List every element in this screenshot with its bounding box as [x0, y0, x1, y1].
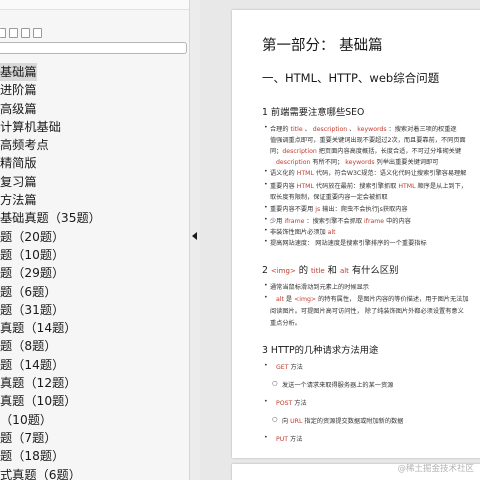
- q2-bullet-2: alt 是 <img> 的特有属性， 是图片内容的等价描述，用于图片无法加: [276, 296, 469, 303]
- bullet-dot: •: [264, 124, 268, 131]
- bullet-dot: •: [264, 434, 268, 441]
- outline-item[interactable]: 高级篇: [0, 100, 189, 118]
- check-icon[interactable]: [21, 28, 30, 38]
- outline-item[interactable]: 高频考点: [0, 136, 189, 154]
- outline-item[interactable]: 计算机基础: [0, 118, 189, 136]
- outline-item[interactable]: 基础真题（35题）: [0, 209, 189, 227]
- outline-item[interactable]: 题（14题）: [0, 356, 189, 374]
- outline-item[interactable]: 真题（10题）: [0, 392, 189, 410]
- outline-item[interactable]: 题（8题）: [0, 337, 189, 355]
- q1-bullet-1-line-3: 同；description 把页面内容高度概括，长度合适，不可过分堆砌关键: [270, 148, 462, 155]
- question-1-heading: 1 前端需要注意哪些SEO: [262, 107, 365, 118]
- bullet-dot: •: [264, 227, 268, 234]
- edit-icon[interactable]: [33, 28, 42, 38]
- q1-bullet-3-line-2: 取长度有限制，保证重要内容一定会被抓取: [270, 194, 388, 201]
- get-method: GET 方法: [276, 364, 303, 371]
- sidebar-top-strip: [0, 0, 189, 10]
- outline-item[interactable]: 进阶篇: [0, 81, 189, 99]
- bullet-dot: •: [264, 362, 268, 369]
- q1-bullet-1-line-2: 值强调重点即可，重要关键词出现不要超过2次，而且要靠前，不同页面: [270, 137, 466, 144]
- get-desc: 发送一个请求来取得服务器上的某一资源: [282, 382, 394, 389]
- bullet-dot: •: [264, 168, 268, 175]
- outline-item[interactable]: 题（29题）: [0, 264, 189, 282]
- outline-sidebar: 基础篇 进阶篇 高级篇 计算机基础 高频考点 精简版 复习篇 方法篇 基础真题（…: [0, 0, 190, 480]
- outline-search-input[interactable]: [0, 42, 187, 54]
- outline-icon[interactable]: [0, 28, 6, 38]
- bullet-dot: •: [264, 238, 268, 245]
- question-2-heading: 2 <img> 的 title 和 alt 有什么区别: [262, 265, 399, 276]
- q2-bullet-2-line-2: 阅读图片。可提图片高可访问性， 除了纯装饰图片外都必须设置有意义: [270, 308, 464, 315]
- q1-bullet-1-line-4: description 有所不同； keywords 列举出重要关键词即可: [276, 159, 439, 166]
- app-window: 基础篇 进阶篇 高级篇 计算机基础 高频考点 精简版 复习篇 方法篇 基础真题（…: [0, 0, 480, 480]
- bullet-dot: •: [264, 282, 268, 289]
- bullet-dot: •: [264, 398, 268, 405]
- outline-item[interactable]: 题（6题）: [0, 283, 189, 301]
- bullet-dot: •: [264, 294, 268, 301]
- outline-item-basic[interactable]: 基础篇: [0, 63, 189, 82]
- document-page: 第一部分： 基础篇 一、HTML、HTTP、web综合问题 1 前端需要注意哪些…: [232, 10, 480, 458]
- outline-item[interactable]: 式真题（6题）: [0, 466, 189, 480]
- bullet-dot: •: [264, 216, 268, 223]
- circle-bullet: ○: [272, 416, 278, 423]
- q2-bullet-1: 通常当鼠标滑动到元素上的时候显示: [270, 284, 369, 291]
- q2-bullet-2-line-3: 重点分析。: [270, 320, 301, 327]
- put-method: PUT 方法: [276, 436, 303, 443]
- bullet-dot: •: [264, 204, 268, 211]
- q1-bullet-3: 重要内容 HTML 代码放在最前：搜索引擎抓取 HTML 顺序是从上到下，: [270, 183, 467, 190]
- outline-item[interactable]: 精简版: [0, 154, 189, 172]
- watermark: @稀土掘金技术社区: [397, 464, 474, 474]
- bullet-dot: •: [264, 181, 268, 188]
- q1-bullet-4: 重要内容不要用 js 输出：爬虫不会执行js获取内容: [270, 206, 408, 213]
- circle-bullet: ○: [272, 380, 278, 387]
- q1-bullet-5: 少用 iframe ：搜索引擎不会抓取 iframe 中的内容: [270, 218, 411, 225]
- q1-bullet-6: 非装饰性图片必须加 alt: [270, 229, 336, 236]
- q1-bullet-7: 提高网站速度： 网站速度是搜索引擎排序的一个重要指标: [270, 240, 427, 247]
- outline-item[interactable]: 方法篇: [0, 191, 189, 209]
- post-desc: 向 URL 指定的资源提交数据或附加新的数据: [282, 418, 404, 425]
- q1-bullet-1: 合理的 title 、 description 、 keywords ：搜索对着…: [270, 126, 457, 133]
- document-viewport[interactable]: 第一部分： 基础篇 一、HTML、HTTP、web综合问题 1 前端需要注意哪些…: [200, 0, 480, 480]
- collapse-sidebar-icon[interactable]: [192, 232, 197, 240]
- outline-item[interactable]: 题（7题）: [0, 429, 189, 447]
- sidebar-toolbar: [0, 26, 42, 40]
- post-method: POST 方法: [276, 400, 307, 407]
- part-title: 第一部分： 基础篇: [262, 38, 383, 54]
- outline-item[interactable]: 复习篇: [0, 173, 189, 191]
- outline-item[interactable]: 题（20题）: [0, 228, 189, 246]
- outline-item[interactable]: 真题（12题）: [0, 374, 189, 392]
- outline-item[interactable]: 真题（14题）: [0, 319, 189, 337]
- outline-item[interactable]: 题（31题）: [0, 301, 189, 319]
- outline-tree: 基础篇 进阶篇 高级篇 计算机基础 高频考点 精简版 复习篇 方法篇 基础真题（…: [0, 63, 189, 480]
- question-3-heading: 3 HTTP的几种请求方法用途: [262, 345, 379, 356]
- outline-item[interactable]: （10题）: [0, 411, 189, 429]
- file-icon[interactable]: [9, 28, 18, 38]
- outline-item[interactable]: 题（18题）: [0, 447, 189, 465]
- q1-bullet-2: 语义化的 HTML 代码，符合W3C规范：语义化代码让搜索引擎容易理解: [270, 170, 467, 177]
- section-title: 一、HTML、HTTP、web综合问题: [262, 71, 440, 85]
- outline-item[interactable]: 题（10题）: [0, 246, 189, 264]
